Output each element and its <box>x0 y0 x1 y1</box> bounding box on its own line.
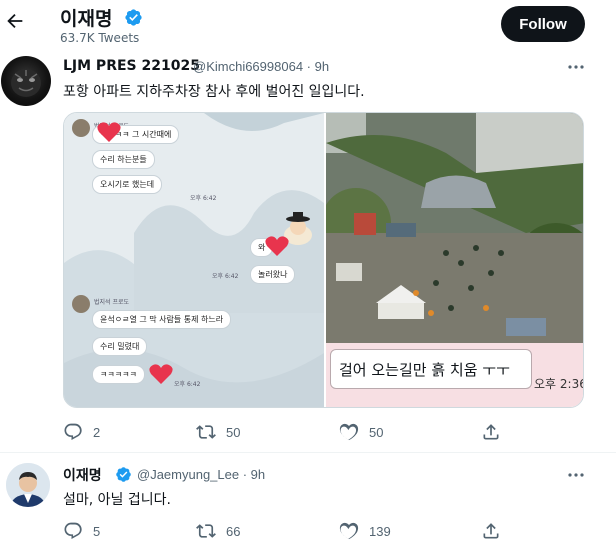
divider <box>0 452 616 453</box>
heart-icon <box>339 423 359 441</box>
arrow-left-icon[interactable] <box>4 10 26 32</box>
chat-bubble: 윤석ㅇㄹ열 그 막 사람들 통제 하느라 <box>92 310 232 329</box>
verified-badge-icon <box>125 9 142 26</box>
verified-badge-icon <box>116 467 131 482</box>
heart-icon <box>339 522 359 540</box>
heart-sticker-icon <box>97 122 121 142</box>
profile-name: 이재명 <box>60 8 113 30</box>
photo-caption: 걸어 오는길만 흙 치움 ㅜㅜ <box>330 349 532 389</box>
chat-time: 오후 6:42 <box>174 381 201 388</box>
tiger-avatar-icon <box>11 69 41 97</box>
tweet-text: 포항 아파트 지하주차장 참사 후에 벌어진 일입니다. <box>63 84 365 100</box>
retweet-icon <box>196 425 216 439</box>
reply-count: 2 <box>93 424 101 440</box>
retweet-count: 50 <box>226 424 241 440</box>
chat-bubble: 수리 하는분들 <box>92 150 155 169</box>
tweet-media[interactable]: 법지석 프로도 ㅋㅋㅋㅋ 그 시간때에 수리 하는분들 오시기로 했는데 오후 … <box>63 112 584 408</box>
tweet-author-name[interactable]: LJM PRES 221025 <box>63 58 200 74</box>
share-icon <box>483 424 499 440</box>
more-options-icon[interactable] <box>566 470 586 480</box>
person-avatar-icon <box>6 463 50 507</box>
follow-button[interactable]: Follow <box>501 6 585 42</box>
retweet-button[interactable]: 50 <box>196 420 240 444</box>
chat-bubble: 오시기로 했는데 <box>92 175 163 194</box>
reply-button[interactable]: 5 <box>63 519 100 543</box>
retweet-button[interactable]: 66 <box>196 519 240 543</box>
chat-avatar <box>72 295 90 313</box>
chat-bubble: ㅋㅋㅋㅋㅋ <box>92 365 145 384</box>
accident-photo[interactable]: 걸어 오는길만 흙 치움 ㅜㅜ 오후 2:36 <box>326 113 584 407</box>
more-options-icon[interactable] <box>566 62 586 72</box>
avatar[interactable] <box>6 463 50 507</box>
reply-icon <box>64 423 82 440</box>
tweet-author-handle[interactable]: @Kimchi66998064 · 9h <box>193 59 329 74</box>
reply-button[interactable]: 2 <box>63 420 100 444</box>
like-button[interactable]: 50 <box>339 420 383 444</box>
reply-icon <box>64 522 82 539</box>
tweet-count: 63.7K Tweets <box>60 31 140 45</box>
photo-time: 오후 2:36 <box>534 377 584 391</box>
share-button[interactable] <box>481 420 501 444</box>
retweet-count: 66 <box>226 523 241 539</box>
avatar[interactable] <box>1 56 51 106</box>
chat-bubble: 수리 밀렸대 <box>92 337 148 356</box>
chat-time: 오후 6:42 <box>212 273 239 280</box>
like-button[interactable]: 139 <box>339 519 391 543</box>
parking-lot-photo <box>326 113 583 343</box>
chat-time: 오후 6:42 <box>190 195 217 202</box>
chat-screenshot[interactable]: 법지석 프로도 ㅋㅋㅋㅋ 그 시간때에 수리 하는분들 오시기로 했는데 오후 … <box>64 113 324 407</box>
like-count: 139 <box>369 523 391 539</box>
heart-sticker-icon <box>149 364 173 384</box>
heart-sticker-icon <box>265 236 289 256</box>
profile-header: 이재명 63.7K Tweets Follow <box>0 0 616 50</box>
share-icon <box>483 523 499 539</box>
chat-sender: 법지석 프로도 <box>94 299 130 306</box>
chat-avatar <box>72 119 90 137</box>
tweet-author-handle[interactable]: @Jaemyung_Lee · 9h <box>137 467 265 482</box>
retweet-icon <box>196 524 216 538</box>
tweet-author-name[interactable]: 이재명 <box>63 465 102 485</box>
tweet-actions: 5 66 139 <box>63 519 503 543</box>
share-button[interactable] <box>481 519 501 543</box>
tweet-text: 설마, 아닐 겁니다. <box>63 492 171 508</box>
reply-count: 5 <box>93 523 101 539</box>
tweet-actions: 2 50 50 <box>63 420 503 444</box>
like-count: 50 <box>369 424 384 440</box>
chat-reply-bubble: 놀러왔나 <box>250 265 296 284</box>
